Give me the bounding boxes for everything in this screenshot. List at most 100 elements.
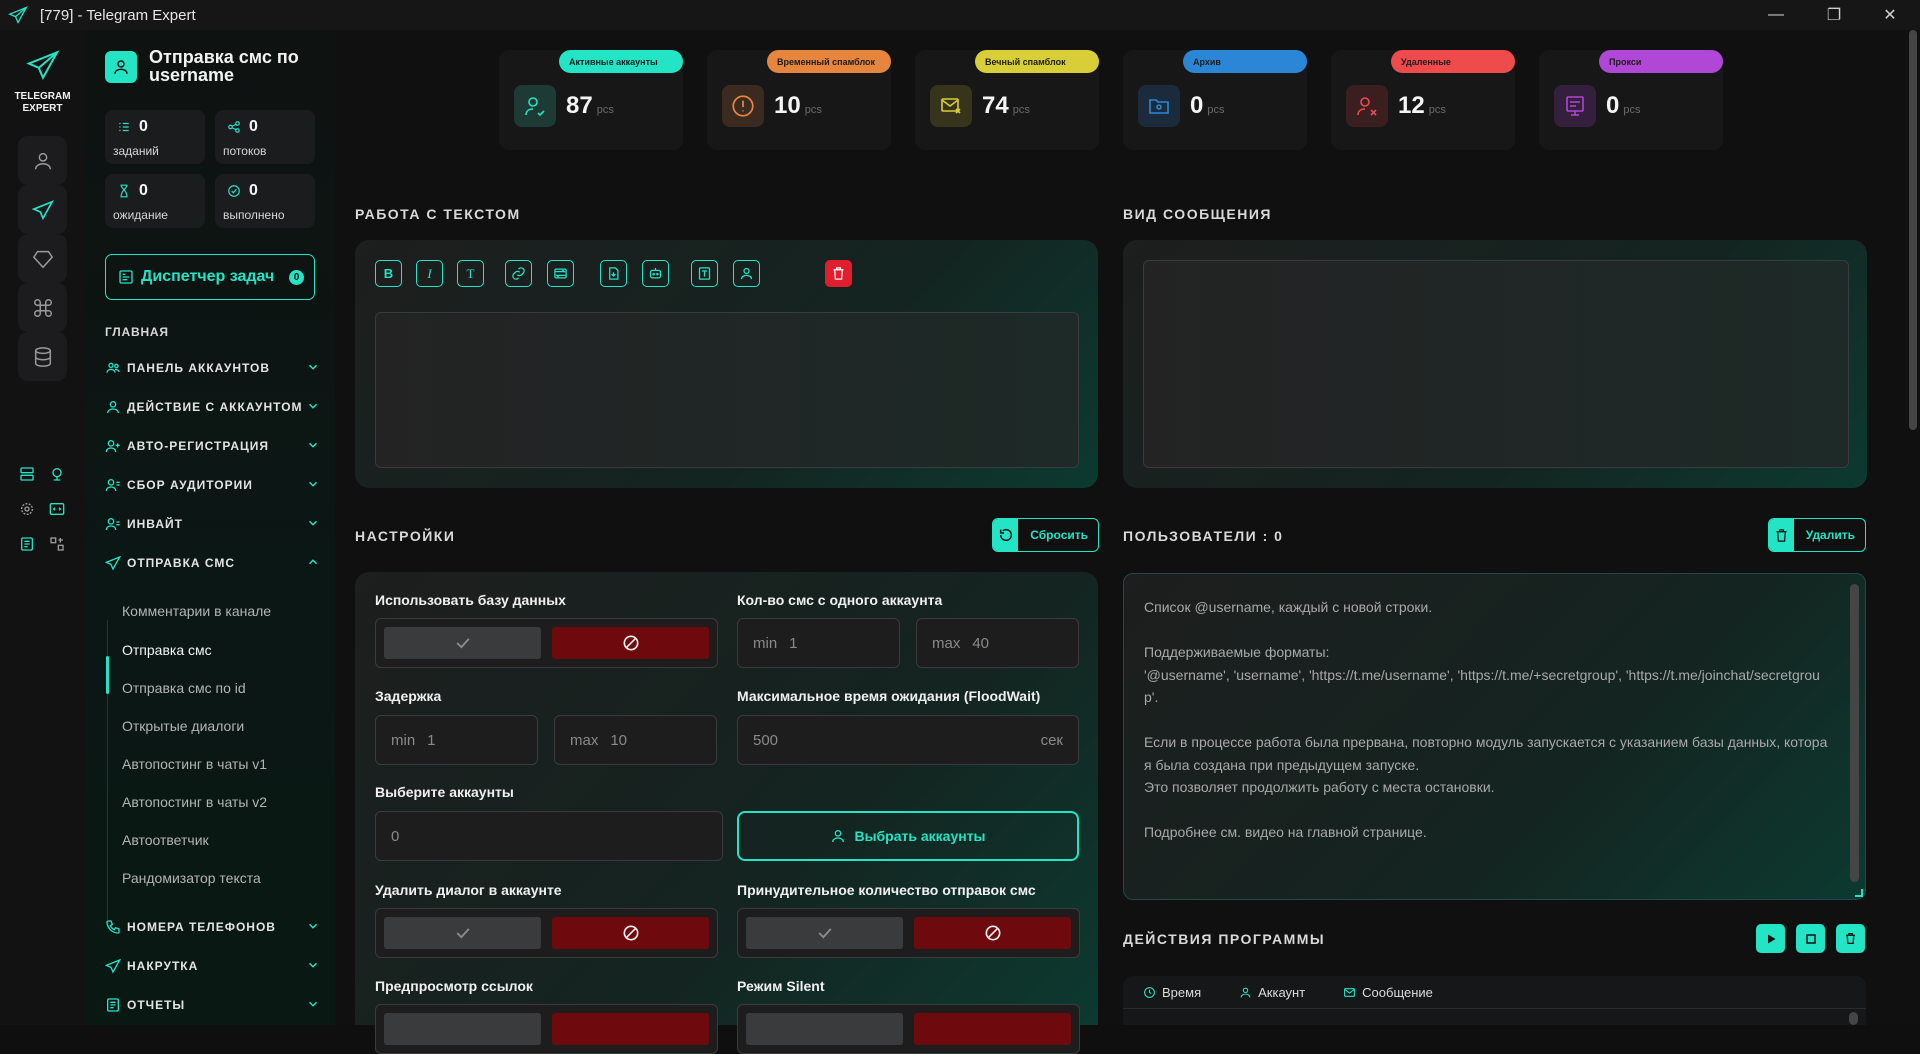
close-button[interactable]: ✕ — [1862, 0, 1918, 30]
rail-database-button[interactable] — [18, 332, 67, 381]
card-active-accounts[interactable]: Активные аккаунты 87 pcs — [499, 50, 683, 150]
link-preview-toggle[interactable] — [375, 1004, 718, 1054]
silent-mode-toggle[interactable] — [737, 1004, 1080, 1054]
rail-accounts-button[interactable] — [18, 136, 67, 185]
delete-dialog-toggle[interactable] — [375, 908, 718, 958]
chevron-down-icon — [308, 442, 318, 448]
rail-commands-button[interactable] — [18, 283, 67, 332]
users-scrollbar[interactable] — [1850, 584, 1859, 882]
notes-icon[interactable] — [17, 534, 37, 554]
sub-item-send-sms[interactable]: Отправка смс — [122, 634, 322, 666]
mention-user-button[interactable] — [733, 260, 760, 287]
card-temp-spamblock[interactable]: Временный спамблок 10 pcs — [707, 50, 891, 150]
insert-file-button[interactable] — [600, 260, 627, 287]
card-label: Активные аккаунты — [559, 50, 683, 73]
text-block-button[interactable] — [691, 260, 718, 287]
toggle-off-option[interactable] — [552, 627, 709, 659]
text-style-button[interactable]: T — [457, 260, 484, 287]
card-proxy[interactable]: Прокси 0 pcs — [1539, 50, 1723, 150]
message-text-input[interactable] — [375, 312, 1079, 468]
col-time[interactable]: Время — [1143, 985, 1201, 1000]
floodwait-input[interactable]: 500 сек — [737, 715, 1079, 765]
grid-plus-icon[interactable] — [47, 534, 67, 554]
delete-users-button[interactable]: Удалить — [1768, 518, 1866, 552]
delay-max-input[interactable]: max 10 — [554, 715, 717, 765]
sub-item-open-dialogs[interactable]: Открытые диалоги — [122, 710, 322, 742]
clear-text-button[interactable] — [825, 260, 852, 287]
card-deleted[interactable]: Удаленные 12 pcs — [1331, 50, 1515, 150]
alert-icon — [722, 85, 764, 127]
rail-premium-button[interactable] — [18, 234, 67, 283]
rail-send-button[interactable] — [18, 185, 67, 234]
user-icon — [107, 401, 119, 414]
nav-reports[interactable]: ОТЧЕТЫ — [105, 994, 320, 1016]
sub-item-send-sms-by-id[interactable]: Отправка смс по id — [122, 672, 322, 704]
sub-item-text-randomizer[interactable]: Рандомизатор текста — [122, 862, 322, 894]
gear-icon[interactable] — [17, 499, 37, 519]
sms-max-input[interactable]: max 40 — [916, 618, 1079, 668]
stat-value: 0 — [249, 182, 258, 199]
nav-invite[interactable]: ИНВАЙТ — [105, 513, 320, 535]
stat-done: 0 выполнено — [215, 174, 315, 228]
maximize-button[interactable]: ❐ — [1806, 0, 1862, 30]
chevron-down-icon — [308, 364, 318, 370]
sub-item-autoposting-v2[interactable]: Автопостинг в чаты v2 — [122, 786, 322, 818]
toggle-on-option[interactable] — [746, 1013, 903, 1045]
link-button[interactable] — [505, 260, 532, 287]
nav-label: ОТЧЕТЫ — [127, 998, 186, 1012]
nav-send-sms[interactable]: ОТПРАВКА СМС — [105, 552, 320, 574]
users-list-input[interactable]: Список @username, каждый с новой строки.… — [1123, 573, 1866, 900]
italic-button[interactable]: I — [416, 260, 443, 287]
force-count-toggle[interactable] — [737, 908, 1080, 958]
bot-button[interactable] — [642, 260, 669, 287]
force-count-label: Принудительное количество отправок смс — [737, 882, 1036, 898]
bold-button[interactable]: B — [375, 260, 402, 287]
repeat-button[interactable] — [547, 260, 574, 287]
nav-label: СБОР АУДИТОРИИ — [127, 478, 253, 492]
card-permanent-spamblock[interactable]: Вечный спамблок 74 pcs — [915, 50, 1099, 150]
use-db-toggle[interactable] — [375, 618, 718, 668]
card-value: 0 pcs — [1190, 92, 1225, 119]
repeat-icon — [554, 268, 567, 279]
col-message[interactable]: Сообщение — [1343, 985, 1433, 1000]
card-archive[interactable]: Архив 0 pcs — [1123, 50, 1307, 150]
toggle-on-option[interactable] — [746, 917, 903, 949]
server-icon[interactable] — [17, 464, 37, 484]
toggle-off-option[interactable] — [914, 1013, 1071, 1045]
nav-boost[interactable]: НАКРУТКА — [105, 955, 320, 977]
toggle-on-option[interactable] — [384, 627, 541, 659]
toggle-off-option[interactable] — [552, 917, 709, 949]
log-scrollbar[interactable] — [1849, 1012, 1858, 1025]
task-dispatcher-button[interactable]: Диспетчер задач 0 — [105, 254, 315, 300]
nav-audience-collection[interactable]: СБОР АУДИТОРИИ — [105, 474, 320, 496]
start-button[interactable] — [1756, 924, 1785, 953]
toggle-on-option[interactable] — [384, 1013, 541, 1045]
sub-item-channel-comments[interactable]: Комментарии в канале — [122, 595, 322, 627]
nav-phone-numbers[interactable]: НОМЕРА ТЕЛЕФОНОВ — [105, 916, 320, 938]
nav-account-actions[interactable]: ДЕЙСТВИЕ С АККАУНТОМ — [105, 396, 320, 418]
reset-button[interactable]: Сбросить — [992, 518, 1099, 552]
code-window-icon[interactable] — [47, 499, 67, 519]
delay-min-input[interactable]: min 1 — [375, 715, 538, 765]
check-icon — [456, 638, 470, 649]
minimize-button[interactable]: — — [1748, 0, 1804, 30]
sub-item-autoresponder[interactable]: Автоответчик — [122, 824, 322, 856]
toggle-off-option[interactable] — [552, 1013, 709, 1045]
paper-plane-logo-icon — [25, 50, 59, 80]
card-value: 12 pcs — [1398, 92, 1446, 119]
toggle-off-option[interactable] — [914, 917, 1071, 949]
nav-auto-registration[interactable]: АВТО-РЕГИСТРАЦИЯ — [105, 435, 320, 457]
clear-log-button[interactable] — [1836, 924, 1865, 953]
stop-button[interactable] — [1796, 924, 1825, 953]
choose-accounts-button[interactable]: Выбрать аккаунты — [737, 811, 1079, 861]
sub-item-autoposting-v1[interactable]: Автопостинг в чаты v1 — [122, 748, 322, 780]
col-account[interactable]: Аккаунт — [1239, 985, 1305, 1000]
accounts-count-input[interactable]: 0 — [375, 811, 723, 861]
toggle-on-option[interactable] — [384, 917, 541, 949]
active-indicator — [106, 656, 109, 694]
nav-accounts-panel[interactable]: ПАНЕЛЬ АККАУНТОВ — [105, 357, 320, 379]
resize-handle[interactable] — [1855, 889, 1863, 897]
sms-min-input[interactable]: min 1 — [737, 618, 900, 668]
radar-icon[interactable] — [47, 464, 67, 484]
page-scrollbar[interactable] — [1909, 30, 1917, 430]
